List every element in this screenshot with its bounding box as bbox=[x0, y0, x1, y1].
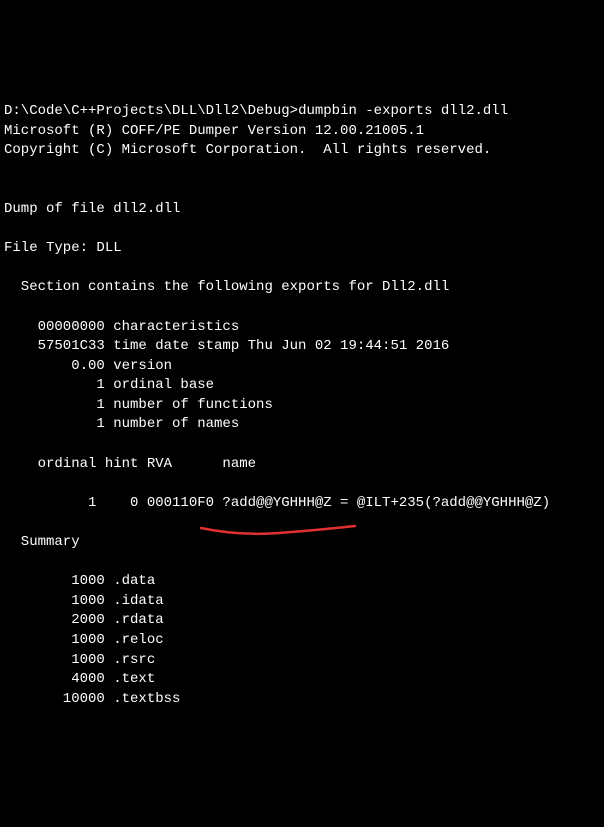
summary-row: 1000 .data bbox=[4, 573, 155, 589]
ordinal-base-line: 1 ordinal base bbox=[4, 377, 214, 393]
header-line2: Copyright (C) Microsoft Corporation. All… bbox=[4, 142, 491, 158]
summary-row: 1000 .rsrc bbox=[4, 652, 155, 668]
num-names-line: 1 number of names bbox=[4, 416, 239, 432]
header-line1: Microsoft (R) COFF/PE Dumper Version 12.… bbox=[4, 123, 424, 139]
summary-row: 1000 .reloc bbox=[4, 632, 164, 648]
prompt-path: D:\Code\C++Projects\DLL\Dll2\Debug> bbox=[4, 103, 298, 119]
characteristics-line: 00000000 characteristics bbox=[4, 319, 239, 335]
terminal-output: D:\Code\C++Projects\DLL\Dll2\Debug>dumpb… bbox=[4, 82, 600, 729]
column-headers: ordinal hint RVA name bbox=[4, 456, 256, 472]
summary-row: 4000 .text bbox=[4, 671, 155, 687]
num-functions-line: 1 number of functions bbox=[4, 397, 273, 413]
file-type: File Type: DLL bbox=[4, 240, 122, 256]
prompt-command: dumpbin -exports dll2.dll bbox=[298, 103, 508, 119]
dump-title: Dump of file dll2.dll bbox=[4, 201, 180, 217]
summary-row: 2000 .rdata bbox=[4, 612, 164, 628]
version-line: 0.00 version bbox=[4, 358, 172, 374]
summary-row: 1000 .idata bbox=[4, 593, 164, 609]
section-header: Section contains the following exports f… bbox=[4, 279, 449, 295]
export-entry: 1 0 000110F0 ?add@@YGHHH@Z = @ILT+235(?a… bbox=[4, 495, 550, 511]
summary-row: 10000 .textbss bbox=[4, 691, 180, 707]
timestamp-line: 57501C33 time date stamp Thu Jun 02 19:4… bbox=[4, 338, 449, 354]
summary-title: Summary bbox=[4, 534, 80, 550]
